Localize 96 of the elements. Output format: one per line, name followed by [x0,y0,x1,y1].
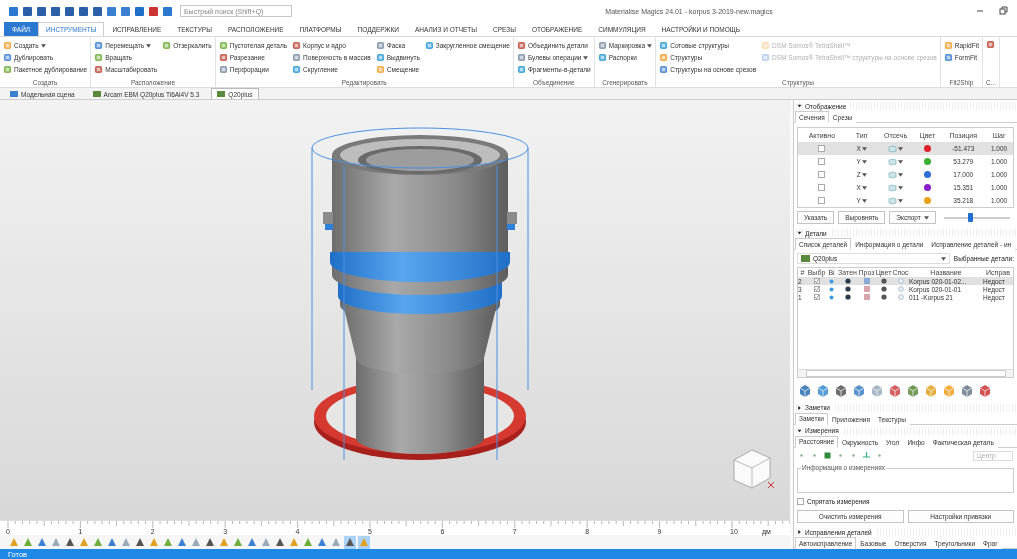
checkbox[interactable] [818,184,826,191]
caret-icon [898,198,904,203]
tool-icon [292,53,302,62]
slider-thumb[interactable] [968,212,974,222]
caret-icon [647,43,653,48]
quick-access-icon[interactable] [50,5,61,17]
machine-icon [801,255,810,262]
tool-icon [985,40,995,49]
tool-icon [94,65,104,74]
caret-icon [898,172,904,177]
tool-icon [424,41,434,50]
measure-tool-icon[interactable] [863,452,870,460]
tool-icon [375,53,385,62]
caret-icon [861,185,867,190]
tool-icon [218,65,228,74]
tool-icon [218,53,228,62]
quick-access-icon[interactable] [78,5,89,17]
caret-icon [898,146,904,151]
tool-icon [659,53,669,62]
quick-access-icon[interactable] [148,5,159,17]
caret-icon [583,55,589,60]
tool-icon [516,65,526,74]
caret-icon [898,159,904,164]
3d-viewport[interactable] [0,100,790,520]
quick-access-icon[interactable] [120,5,131,17]
tool-icon [292,41,302,50]
tool-icon [943,41,953,50]
caret-icon [146,43,152,48]
caret-icon [861,146,867,151]
tool-icon [3,41,12,50]
tool-icon [292,65,302,74]
checkbox[interactable] [813,286,820,292]
toolbar-icon[interactable] [960,383,974,398]
tool-icon [659,65,669,74]
checkbox[interactable] [818,171,826,178]
tool-icon [597,53,607,62]
toolbar-icon[interactable] [888,383,902,398]
quick-access-icon[interactable] [22,5,33,17]
color-dot[interactable] [923,145,931,152]
toolbar-icon[interactable] [834,383,848,398]
machine-icon [92,91,101,97]
caret-icon [861,159,867,164]
toolbar-icon[interactable] [906,383,920,398]
tool-icon [597,41,607,50]
caret-icon [40,43,46,48]
color-dot[interactable] [923,171,931,178]
toolbar-icon[interactable] [816,383,830,398]
toolbar-icon[interactable] [852,383,866,398]
slider-track[interactable] [943,216,1010,219]
scene-icon [10,91,18,97]
toolbar-icon[interactable] [978,383,992,398]
checkbox[interactable] [818,197,826,204]
measure-tool-icon[interactable] [876,452,883,460]
tool-icon [375,41,385,50]
quick-access-icon[interactable] [162,5,173,17]
caret-icon [861,172,867,177]
tool-icon [3,65,12,74]
quick-access-icon[interactable] [106,5,117,17]
tool-icon [761,41,771,50]
scrollbar-thumb[interactable] [806,369,1006,377]
expanded-arrow-icon [797,428,802,433]
quick-access-icon[interactable] [92,5,103,17]
caret-icon [940,257,946,261]
checkbox[interactable] [818,145,826,152]
tool-icon [375,65,385,74]
caret-icon [861,198,867,203]
collapsed-arrow-icon [797,530,802,535]
checkbox[interactable] [818,158,826,165]
tool-icon [761,53,771,62]
restore-icon[interactable] [997,6,1009,16]
quick-access-icon[interactable] [64,5,75,17]
quick-access-icon[interactable] [8,5,19,17]
tool-icon [162,41,172,50]
tool-icon [516,41,526,50]
machine-icon [217,91,226,97]
checkbox[interactable] [813,278,820,284]
view-tool-button[interactable] [344,535,356,549]
tool-icon [659,41,669,50]
quick-access-icon[interactable] [36,5,47,17]
color-dot[interactable] [923,158,931,165]
tool-icon [218,41,228,50]
tool-icon [3,53,12,62]
tool-icon [94,53,104,62]
tool-icon [94,41,104,50]
expanded-arrow-icon [797,104,802,109]
tool-icon [516,53,526,62]
color-dot[interactable] [923,184,931,191]
tool-icon [943,53,953,62]
checkbox[interactable] [813,294,820,300]
quick-access-icon[interactable] [134,5,145,17]
toolbar-icon[interactable] [798,383,812,398]
expanded-arrow-icon [797,231,802,236]
caret-icon [923,215,929,220]
color-dot[interactable] [923,197,931,204]
caret-icon [898,185,904,190]
collapsed-arrow-icon [797,405,802,410]
